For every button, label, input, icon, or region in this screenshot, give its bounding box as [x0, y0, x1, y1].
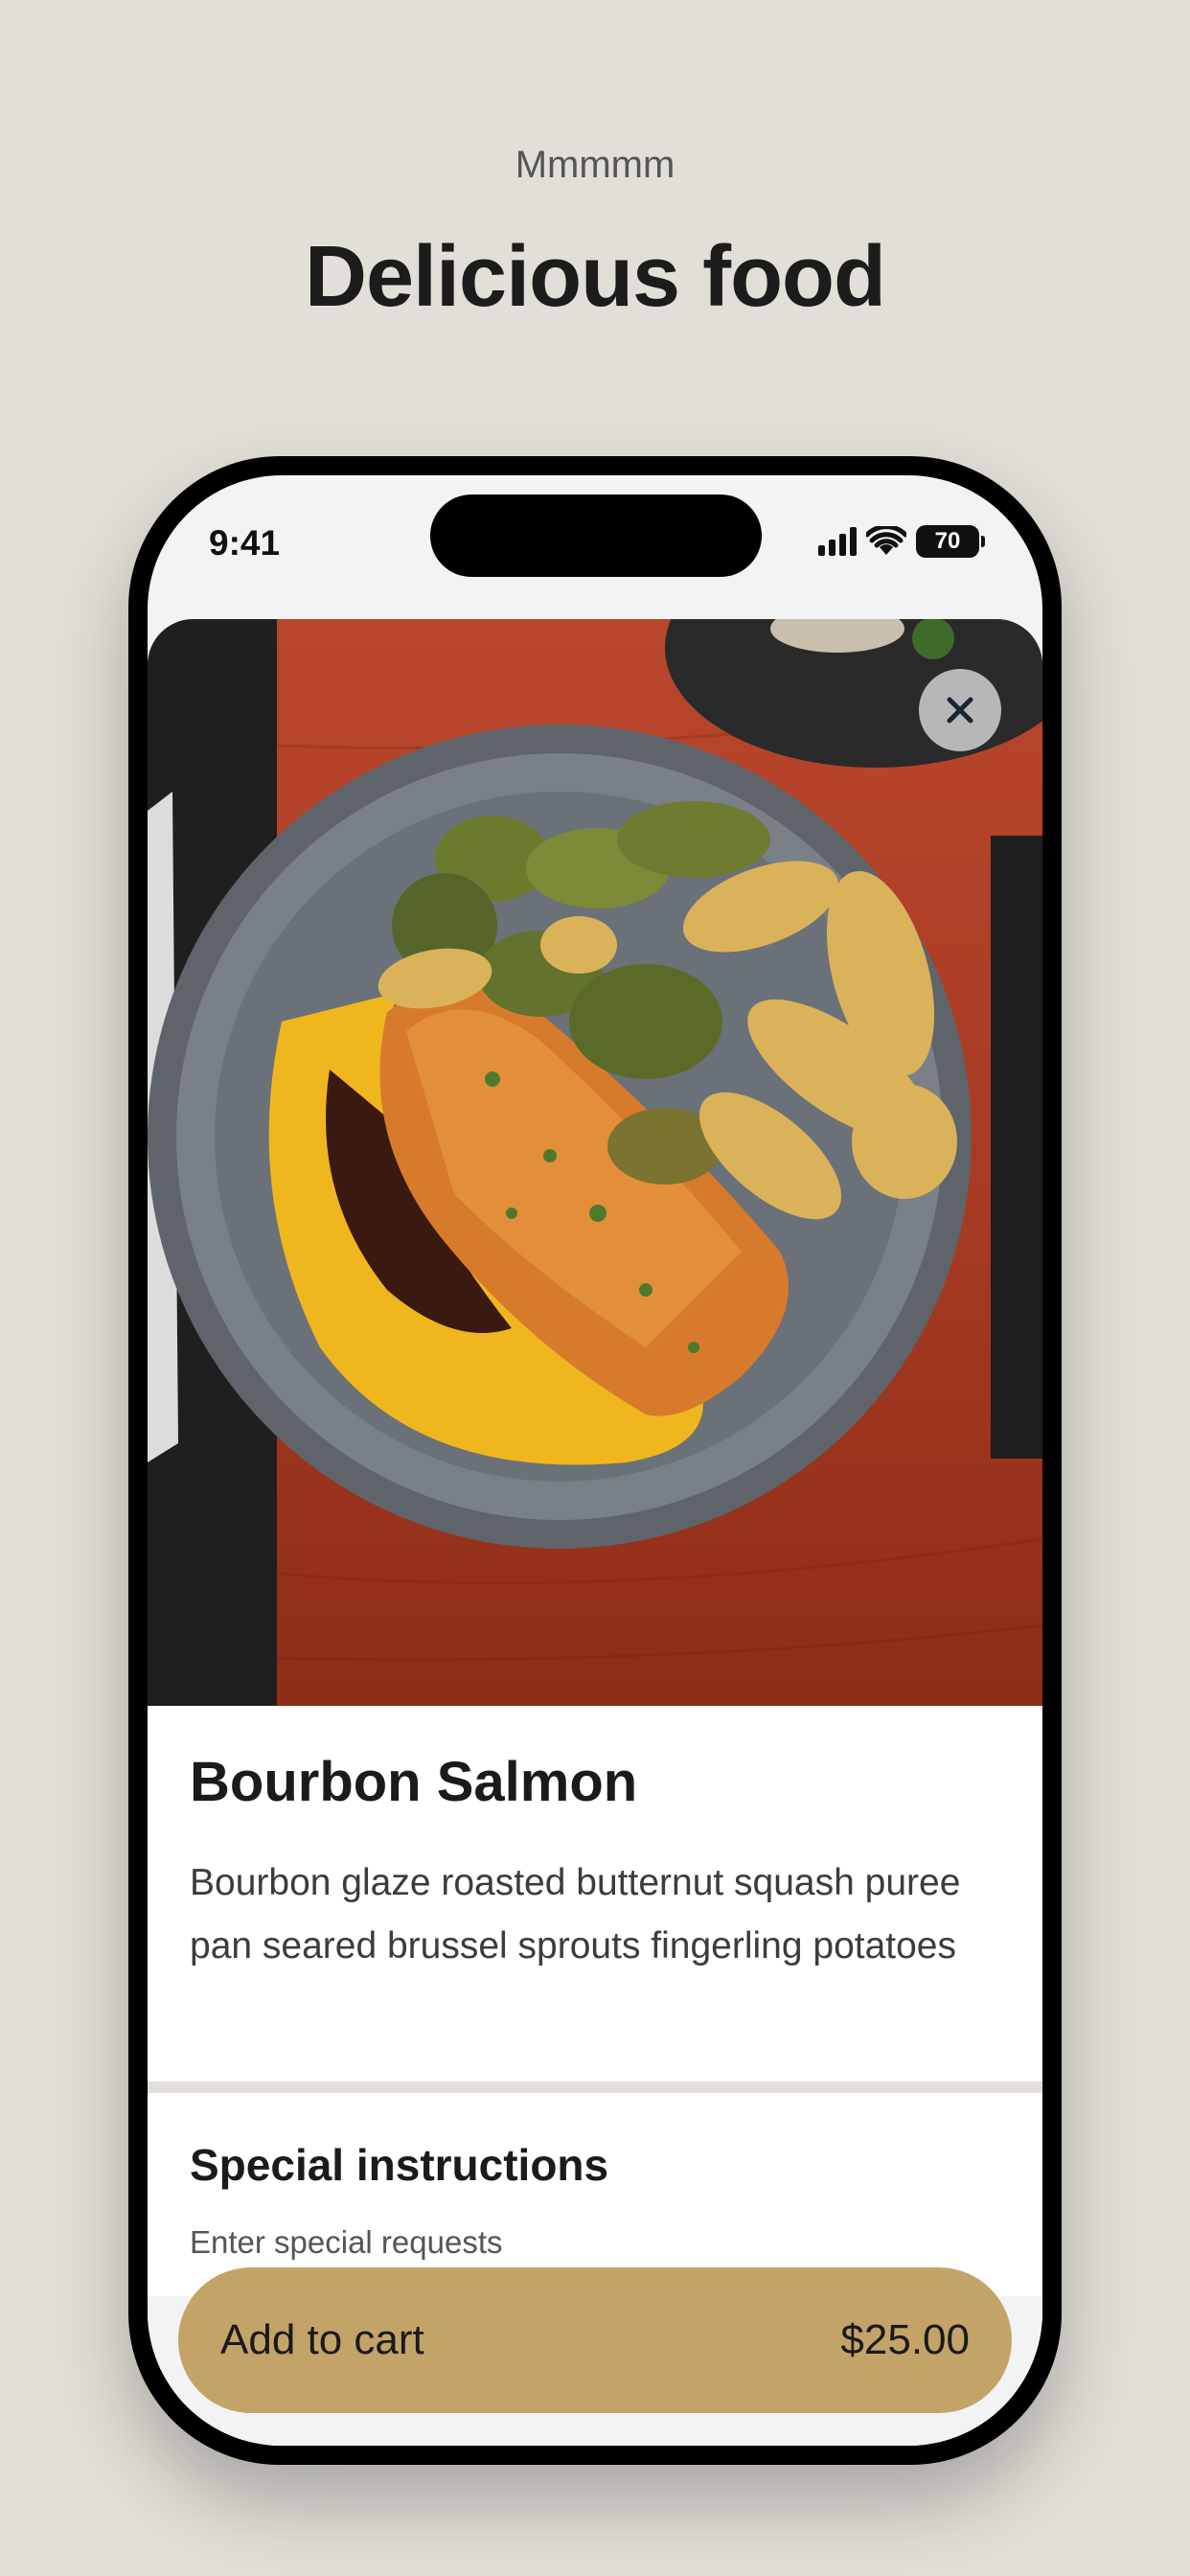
cart-price: $25.00 — [840, 2316, 970, 2363]
product-sheet: Bourbon Salmon Bourbon glaze roasted but… — [148, 619, 1042, 2446]
battery-level: 70 — [934, 528, 961, 554]
status-time: 9:41 — [209, 523, 281, 563]
dynamic-island — [430, 494, 762, 577]
close-button[interactable] — [919, 669, 1001, 751]
special-instructions-input[interactable] — [190, 2218, 1000, 2267]
status-icons: 70 — [818, 525, 985, 558]
add-to-cart-button[interactable]: Add to cart $25.00 — [178, 2267, 1012, 2413]
signal-icon — [818, 527, 857, 556]
section-divider — [148, 2082, 1042, 2093]
food-image — [148, 619, 1042, 1706]
battery-icon: 70 — [916, 525, 985, 558]
phone-screen: 9:41 70 Bourbon Salmon Bourbon glaze roa… — [148, 475, 1042, 2446]
special-instructions-title: Special instructions — [190, 2140, 609, 2190]
add-to-cart-label: Add to cart — [220, 2316, 424, 2363]
phone-frame: 9:41 70 Bourbon Salmon Bourbon glaze roa… — [128, 456, 1062, 2465]
page-subtitle: Mmmmm — [515, 144, 675, 186]
product-description: Bourbon glaze roasted butternut squash p… — [190, 1862, 961, 1966]
product-title: Bourbon Salmon — [190, 1751, 638, 1813]
page-title: Delicious food — [304, 229, 886, 325]
close-icon — [947, 697, 973, 724]
wifi-icon — [866, 526, 906, 555]
